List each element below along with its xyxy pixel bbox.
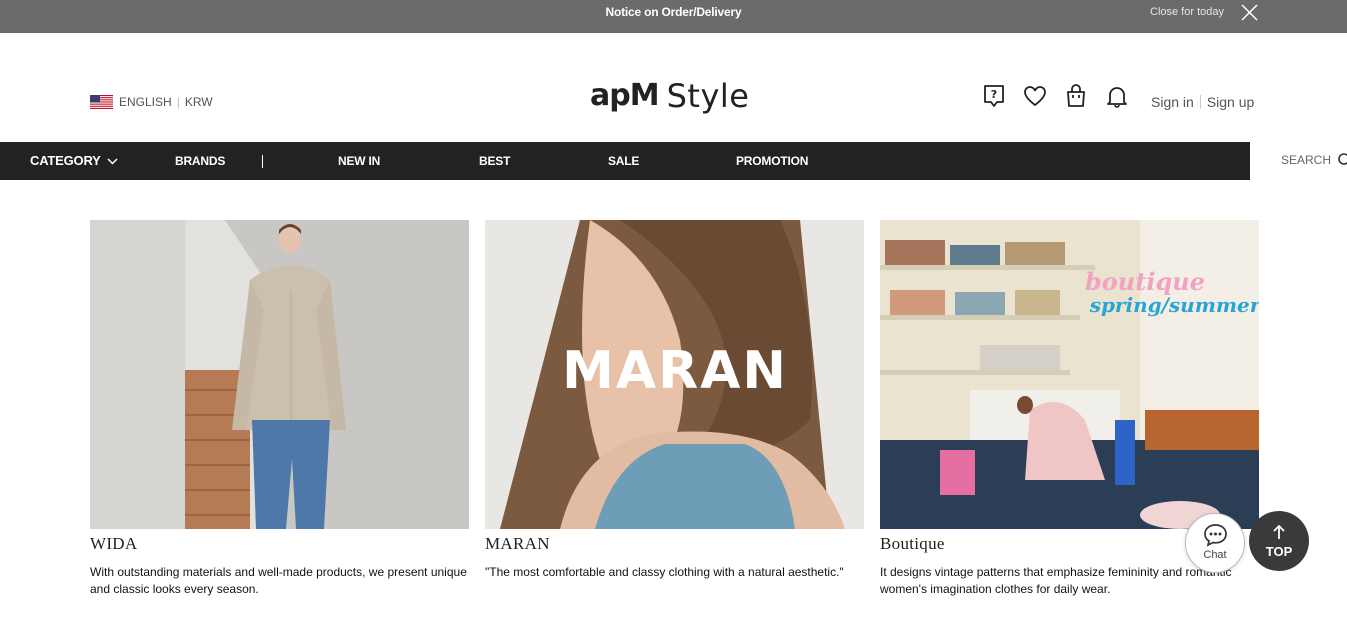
sign-up-link[interactable]: Sign up <box>1207 94 1254 110</box>
chat-label: Chat <box>1203 549 1227 561</box>
notice-link[interactable]: Notice on Order/Delivery <box>0 0 1347 24</box>
nav-category[interactable]: CATEGORY <box>30 142 118 180</box>
logo-apm: apM <box>590 78 660 113</box>
chevron-down-icon <box>107 157 118 165</box>
boutique-overlay-line1: boutique <box>1085 267 1205 296</box>
nav-brands[interactable]: BRANDS <box>175 142 225 180</box>
site-logo[interactable]: apM Style <box>590 71 750 115</box>
brand-card-wida[interactable]: WIDA With outstanding materials and well… <box>90 220 469 598</box>
nav-new-in[interactable]: NEW IN <box>338 142 380 180</box>
header-icon-group: ? <box>980 83 1144 109</box>
close-icon[interactable] <box>1240 3 1259 22</box>
currency-label: KRW <box>184 95 213 109</box>
separator <box>1199 95 1201 109</box>
us-flag-icon <box>90 95 113 109</box>
svg-text:?: ? <box>991 88 997 101</box>
sign-in-link[interactable]: Sign in <box>1151 94 1194 110</box>
brand-image-wida[interactable] <box>90 220 469 529</box>
arrow-up-icon <box>1273 524 1285 539</box>
boutique-overlay-line2: spring/summer <box>1089 293 1259 317</box>
brand-name[interactable]: MARAN <box>485 534 864 554</box>
separator: | <box>176 95 180 109</box>
top-label: TOP <box>1265 544 1293 559</box>
brand-image-boutique[interactable]: boutique spring/summer <box>880 220 1259 529</box>
nav-sale[interactable]: SALE <box>608 142 639 180</box>
heart-icon[interactable] <box>1021 83 1049 109</box>
search-icon <box>1338 153 1347 165</box>
shopping-bag-icon[interactable] <box>1062 83 1090 109</box>
scroll-to-top-button[interactable]: TOP <box>1249 511 1309 571</box>
logo-style: Style <box>666 77 750 115</box>
maran-overlay-text: MARAN <box>562 341 788 401</box>
brand-card-maran[interactable]: MARAN MARAN "The most comfortable and cl… <box>485 220 864 581</box>
site-header: ENGLISH | KRW apM Style ? Sign in Sign u… <box>0 33 1347 142</box>
auth-links: Sign in Sign up <box>1151 94 1254 110</box>
bell-icon[interactable] <box>1103 83 1131 109</box>
search-label: SEARCH <box>1281 153 1332 167</box>
search-button[interactable]: SEARCH <box>1281 153 1347 167</box>
brand-description: With outstanding materials and well-made… <box>90 565 467 596</box>
notice-bar: Notice on Order/Delivery Close for today <box>0 0 1347 33</box>
brand-name[interactable]: WIDA <box>90 534 469 554</box>
close-for-today-button[interactable]: Close for today <box>1150 6 1224 18</box>
question-icon[interactable]: ? <box>980 83 1008 109</box>
nav-divider <box>262 155 263 168</box>
nav-promotion[interactable]: PROMOTION <box>736 142 808 180</box>
chat-button[interactable]: Chat <box>1185 513 1245 573</box>
chat-icon <box>1204 524 1227 547</box>
nav-best[interactable]: BEST <box>479 142 510 180</box>
brand-image-maran[interactable]: MARAN <box>485 220 864 529</box>
nav-category-label: CATEGORY <box>30 153 101 168</box>
main-nav: CATEGORY BRANDS NEW IN BEST SALE PROMOTI… <box>0 142 1250 180</box>
language-currency-selector[interactable]: ENGLISH | KRW <box>90 95 213 109</box>
brand-description: "The most comfortable and classy clothin… <box>485 565 844 579</box>
language-label: ENGLISH <box>119 95 172 109</box>
